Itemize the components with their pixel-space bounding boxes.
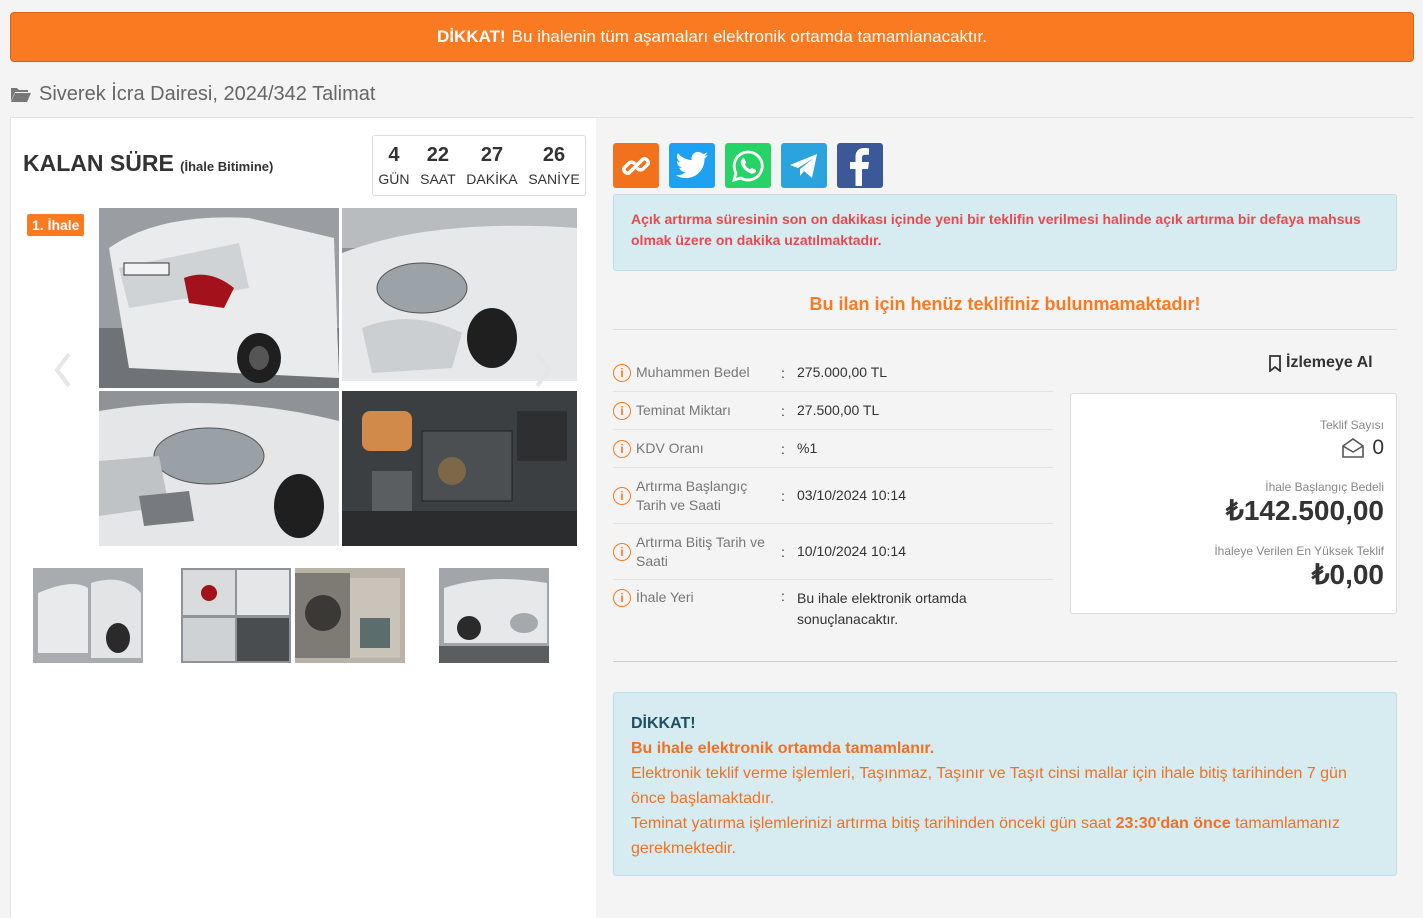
- auction-round-tag: 1. İhale: [27, 214, 85, 236]
- warning-title: DİKKAT!: [631, 715, 696, 732]
- warning-box: DİKKAT! Bu ihale elektronik ortamda tama…: [613, 692, 1397, 876]
- bid-summary-box: Teklif Sayısı 0 İhale Başlangıç Bedeli ₺…: [1070, 393, 1397, 614]
- photo-gallery[interactable]: [99, 208, 577, 546]
- top-warning-banner: DİKKAT! Bu ihalenin tüm aşamaları elektr…: [10, 12, 1414, 62]
- thumbnail-3[interactable]: [295, 568, 405, 663]
- detail-row: i Teminat Miktarı : 27.500,00 TL: [613, 392, 1053, 430]
- start-price: ₺142.500,00: [1226, 495, 1384, 526]
- banner-text: Bu ihalenin tüm aşamaları elektronik ort…: [511, 27, 987, 46]
- auction-panel: KALAN SÜRE (İhale Bitimine) 4 GÜN 22 SAA…: [10, 117, 1414, 918]
- share-buttons: [613, 143, 883, 188]
- whatsapp-icon: [731, 150, 764, 182]
- copy-link-button[interactable]: [613, 143, 659, 188]
- banner-strong: DİKKAT!: [437, 27, 506, 46]
- breadcrumb-text[interactable]: Siverek İcra Dairesi, 2024/342 Talimat: [39, 83, 375, 106]
- thumbnail-strip: [33, 568, 583, 668]
- car-photo-front-left[interactable]: [99, 391, 339, 546]
- info-icon[interactable]: i: [613, 486, 631, 505]
- left-column: KALAN SÜRE (İhale Bitimine) 4 GÜN 22 SAA…: [11, 118, 596, 918]
- thumbnail-4[interactable]: [439, 568, 549, 663]
- remaining-time-title: KALAN SÜRE (İhale Bitimine): [23, 150, 274, 176]
- info-icon[interactable]: i: [613, 363, 631, 382]
- breadcrumb: Siverek İcra Dairesi, 2024/342 Talimat: [10, 82, 375, 106]
- bid-count-label: Teklif Sayısı: [1319, 418, 1384, 432]
- countdown-minutes: 27 DAKİKA: [466, 144, 518, 187]
- countdown-hours: 22 SAAT: [420, 144, 456, 187]
- detail-row: i Artırma Bitiş Tarih ve Saati : 10/10/20…: [613, 524, 1053, 580]
- right-column: Açık artırma süresinin son on dakikası i…: [596, 118, 1414, 918]
- detail-row: i KDV Oranı : %1: [613, 430, 1053, 468]
- detail-row: i Muhammen Bedel : 275.000,00 TL: [613, 354, 1053, 392]
- gallery-prev-arrow-icon[interactable]: [51, 350, 75, 390]
- car-photo-engine[interactable]: [342, 391, 577, 546]
- countdown-days: 4 GÜN: [378, 144, 410, 187]
- twitter-share-button[interactable]: [669, 143, 715, 188]
- countdown-seconds: 26 SANİYE: [528, 144, 580, 187]
- max-bid-label: İhaleye Verilen En Yüksek Teklif: [1214, 544, 1384, 558]
- link-icon: [622, 156, 650, 175]
- detail-row: i Artırma Başlangıç Tarih ve Saati : 03/1…: [613, 468, 1053, 524]
- countdown-timer: 4 GÜN 22 SAAT 27 DAKİKA 26 SANİYE: [372, 135, 586, 196]
- info-icon[interactable]: i: [613, 542, 631, 561]
- whatsapp-share-button[interactable]: [725, 143, 771, 188]
- divider: [613, 661, 1397, 662]
- extension-info-box: Açık artırma süresinin son on dakikası i…: [613, 194, 1397, 271]
- twitter-icon: [675, 151, 708, 178]
- telegram-icon: [790, 153, 817, 178]
- info-icon[interactable]: i: [613, 401, 631, 420]
- max-bid: ₺0,00: [1311, 559, 1384, 590]
- no-bid-message: Bu ilan için henüz teklifiniz bulunmamak…: [809, 294, 1201, 314]
- facebook-share-button[interactable]: [837, 143, 883, 188]
- thumbnail-1[interactable]: [33, 568, 143, 663]
- warning-paragraph-2: Teminat yatırma işlemlerinizi artırma bi…: [631, 815, 1340, 857]
- warning-paragraph-1: Elektronik teklif verme işlemleri, Taşın…: [631, 765, 1347, 807]
- start-price-label: İhale Başlangıç Bedeli: [1265, 480, 1384, 494]
- telegram-share-button[interactable]: [781, 143, 827, 188]
- envelope-icon: [1342, 438, 1365, 458]
- facebook-icon: [850, 147, 869, 186]
- detail-row: i İhale Yeri : Bu ihale elektronik ortamd…: [613, 580, 1053, 636]
- info-icon[interactable]: i: [613, 588, 631, 607]
- watch-button[interactable]: İzlemeye Al: [1268, 354, 1373, 372]
- warning-subtitle: Bu ihale elektronik ortamda tamamlanır.: [631, 740, 935, 757]
- thumbnail-2[interactable]: [181, 568, 291, 663]
- car-photo-rear[interactable]: [99, 208, 339, 388]
- info-icon[interactable]: i: [613, 439, 631, 458]
- bid-count: 0: [1342, 436, 1384, 460]
- folder-open-icon: [11, 88, 31, 102]
- divider: [613, 329, 1397, 330]
- gallery-next-arrow-icon[interactable]: [531, 350, 555, 390]
- bookmark-icon: [1269, 354, 1281, 372]
